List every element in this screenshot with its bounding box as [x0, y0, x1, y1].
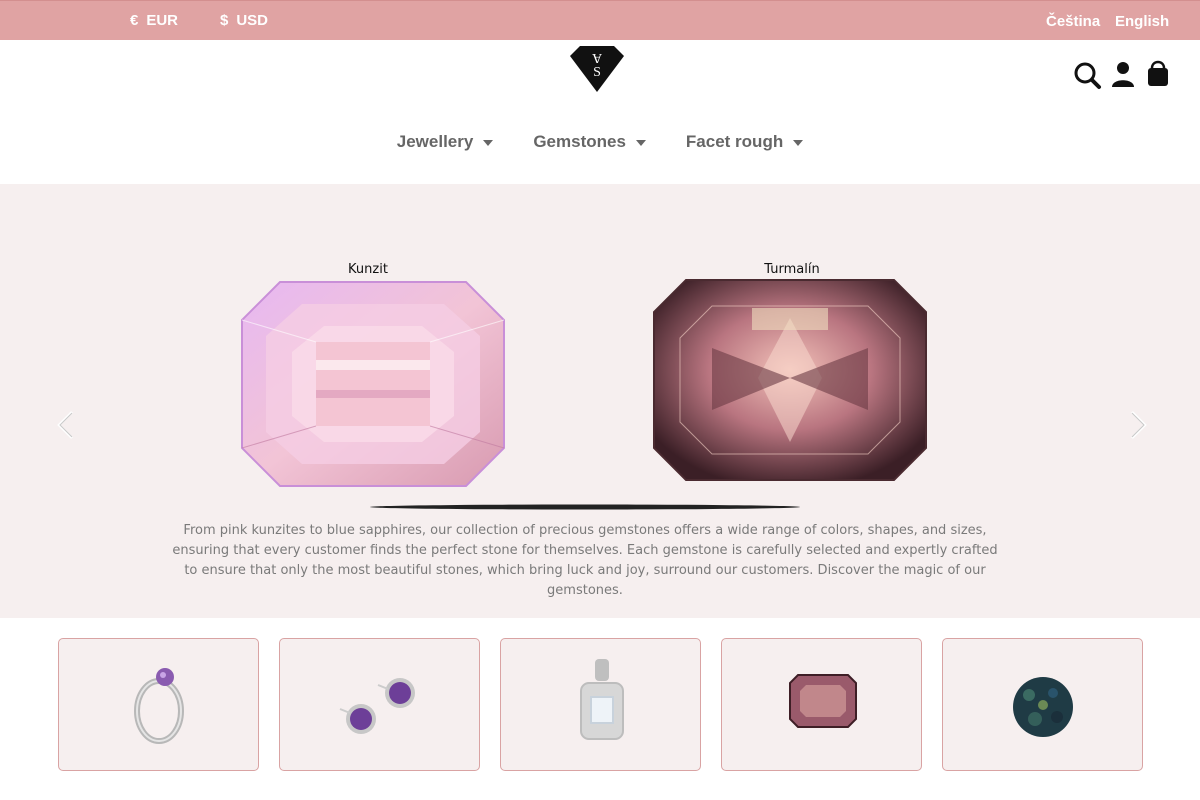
rough-stones-icon [1013, 677, 1073, 737]
nav-facet-rough[interactable]: Facet rough [685, 132, 804, 152]
category-cards [58, 638, 1143, 771]
ring-icon [134, 668, 184, 744]
hero-description: From pink kunzites to blue sapphires, ou… [172, 523, 998, 598]
language-english[interactable]: English [1115, 13, 1169, 30]
search-icon[interactable] [1073, 58, 1103, 90]
nav-gemstones[interactable]: Gemstones [533, 132, 646, 152]
category-card-gemstones[interactable] [721, 638, 922, 771]
user-icon[interactable] [1108, 58, 1138, 90]
currency-eur[interactable]: € EUR [130, 12, 178, 29]
category-card-rings[interactable] [58, 638, 259, 771]
gem-title-kunzit: Kunzit [348, 262, 388, 277]
currency-code: USD [236, 12, 269, 29]
euro-symbol: € [130, 12, 139, 29]
nav-label: Facet rough [685, 132, 784, 151]
earrings-icon [339, 678, 415, 734]
next-arrow-icon[interactable] [1126, 410, 1150, 440]
logo-letter-a: A [591, 50, 602, 65]
category-card-earrings[interactable] [279, 638, 480, 771]
gem-title-turmalin: Turmalín [764, 262, 820, 277]
faceted-gem-icon [789, 674, 857, 728]
shopping-bag-icon[interactable] [1143, 58, 1173, 90]
site-logo[interactable]: A S [566, 40, 628, 94]
dollar-symbol: $ [220, 12, 229, 29]
category-card-facet-rough[interactable] [942, 638, 1143, 771]
caret-down-icon [635, 140, 646, 146]
diamond-logo-icon: A S [570, 46, 624, 92]
hero-slider: Kunzit Turmalín From pink kunzites to bl… [0, 184, 1200, 618]
caret-down-icon [793, 140, 804, 146]
category-card-pendants[interactable] [500, 638, 701, 771]
previous-arrow-icon[interactable] [54, 410, 78, 440]
main-nav: Jewellery Gemstones Facet rough [0, 132, 1200, 152]
tourmaline-gem-image[interactable] [652, 278, 928, 482]
logo-letter-s: S [593, 65, 601, 80]
currency-usd[interactable]: $ USD [220, 12, 268, 29]
divider-line [370, 504, 800, 510]
nav-label: Jewellery [396, 132, 474, 151]
language-czech[interactable]: Čeština [1046, 13, 1100, 30]
kunzite-gem-image[interactable] [240, 280, 506, 488]
pendant-icon [580, 659, 624, 740]
nav-label: Gemstones [533, 132, 626, 151]
caret-down-icon [483, 140, 494, 146]
nav-jewellery[interactable]: Jewellery [397, 132, 494, 152]
currency-code: EUR [146, 12, 179, 29]
top-bar: € EUR $ USD Čeština English [0, 0, 1200, 40]
